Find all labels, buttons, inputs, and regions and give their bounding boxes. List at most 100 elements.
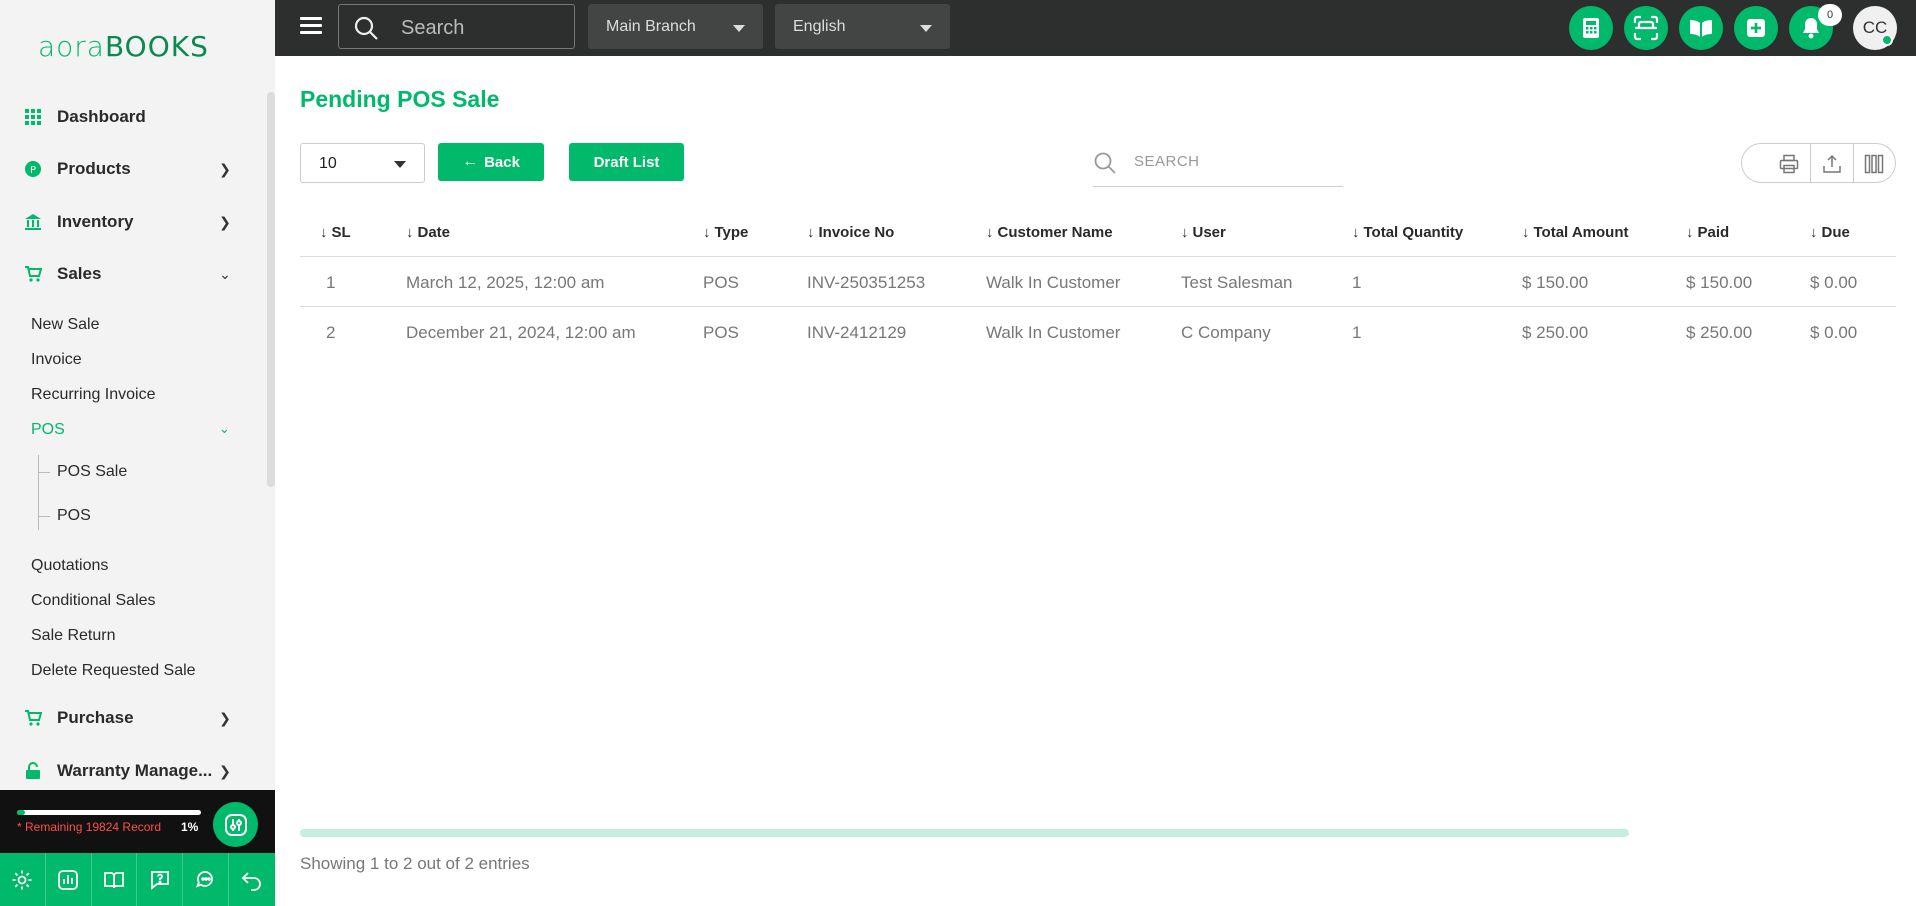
column-header-label: SL <box>331 224 351 241</box>
sidebar-sub-sale-return[interactable]: Sale Return <box>31 627 116 645</box>
column-header-label: Customer Name <box>997 224 1113 241</box>
table-search-input[interactable]: SEARCH <box>1093 145 1343 187</box>
column-header-date[interactable]: ↓ Date <box>406 224 450 241</box>
settings-button[interactable] <box>0 853 46 906</box>
tree-branch <box>38 472 50 473</box>
print-button[interactable] <box>1768 144 1810 182</box>
cell-invoice-no: INV-250351253 <box>807 273 926 292</box>
table-horizontal-scrollbar[interactable] <box>300 829 1629 837</box>
global-search-input[interactable]: Search <box>338 4 575 49</box>
column-header-label: Total Amount <box>1533 224 1629 241</box>
sidebar-sub-delete-requested-sale[interactable]: Delete Requested Sale <box>31 662 196 680</box>
entries-per-page-value: 10 <box>319 155 337 172</box>
knowledge-base-button[interactable] <box>1679 6 1723 50</box>
help-button[interactable] <box>137 853 184 906</box>
column-header-label: Date <box>417 224 451 241</box>
cell-total-amount: $ 150.00 <box>1522 273 1589 292</box>
printer-icon <box>1779 154 1799 174</box>
svg-text:P: P <box>30 165 36 176</box>
column-header-label: Total Quantity <box>1363 224 1464 241</box>
sidebar-sub-pos[interactable]: POS <box>31 421 65 439</box>
record-progress-track <box>17 810 201 815</box>
cell-total-quantity: 1 <box>1352 273 1362 292</box>
sidebar: aoraBOOKS Dashboard P Products ❯ Invento… <box>0 0 275 906</box>
cell-sl: 2 <box>326 323 336 342</box>
export-button[interactable] <box>1810 144 1852 182</box>
quick-settings-button[interactable] <box>213 802 258 847</box>
guide-button[interactable] <box>92 853 138 906</box>
cell-invoice-no: INV-2412129 <box>807 323 907 342</box>
bar-chart-icon <box>58 869 79 890</box>
sidebar-item-label: Warranty Manage... <box>57 761 213 780</box>
sidebar-item-products[interactable]: P Products ❯ <box>0 149 265 189</box>
sidebar-sub-pos-terminal[interactable]: POS <box>57 507 91 525</box>
table-tools <box>1741 143 1896 183</box>
column-header-label: Paid <box>1697 224 1730 241</box>
cell-date: December 21, 2024, 12:00 am <box>406 323 636 342</box>
table-divider <box>300 306 1896 307</box>
sidebar-item-sales[interactable]: Sales ⌄ <box>0 254 265 294</box>
chevron-down-icon: ⌄ <box>219 265 231 282</box>
sidebar-bottom-bar <box>0 853 275 906</box>
column-header-invoice-no[interactable]: ↓ Invoice No <box>807 224 894 241</box>
sort-arrow-icon: ↓ <box>406 224 414 241</box>
back-button[interactable]: ← Back <box>438 143 544 181</box>
notification-count-badge: 0 <box>1818 4 1842 26</box>
logout-button[interactable] <box>229 853 275 906</box>
upload-icon <box>1823 154 1841 173</box>
quick-add-button[interactable] <box>1734 6 1778 50</box>
app-logo[interactable]: aoraBOOKS <box>38 28 220 64</box>
scan-button[interactable] <box>1624 6 1668 50</box>
sidebar-sub-invoice[interactable]: Invoice <box>31 351 82 369</box>
chevron-right-icon: ❯ <box>219 213 231 230</box>
sidebar-item-purchase[interactable]: Purchase ❯ <box>0 698 265 738</box>
column-header-type[interactable]: ↓ Type <box>703 224 748 241</box>
cart-plus-icon <box>24 709 42 727</box>
cell-customer-name: Walk In Customer <box>986 273 1121 292</box>
sidebar-sub-quotations[interactable]: Quotations <box>31 557 108 575</box>
logo-part-2: BOOKS <box>104 29 209 63</box>
entries-per-page-select[interactable]: 10 <box>300 143 425 183</box>
sidebar-item-inventory[interactable]: Inventory ❯ <box>0 202 265 242</box>
sidebar-sub-conditional-sales[interactable]: Conditional Sales <box>31 592 156 610</box>
grid-icon <box>24 108 42 126</box>
sidebar-item-warranty[interactable]: Warranty Manage... ❯ <box>0 751 265 791</box>
column-header-user[interactable]: ↓ User <box>1181 224 1226 241</box>
cell-sl: 1 <box>326 273 336 292</box>
table-search-placeholder: SEARCH <box>1134 153 1200 170</box>
draft-list-button[interactable]: Draft List <box>569 143 684 181</box>
column-header-sl[interactable]: ↓ SL <box>320 224 351 241</box>
column-header-label: Type <box>714 224 749 241</box>
sidebar-sub-new-sale[interactable]: New Sale <box>31 316 99 334</box>
sort-arrow-icon: ↓ <box>1352 224 1360 241</box>
sort-arrow-icon: ↓ <box>1810 224 1818 241</box>
back-button-label: Back <box>484 153 520 171</box>
cell-type: POS <box>703 273 739 292</box>
calculator-button[interactable] <box>1569 6 1613 50</box>
column-header-due[interactable]: ↓ Due <box>1810 224 1850 241</box>
sliders-icon <box>224 813 247 836</box>
sidebar-item-label: Purchase <box>57 708 134 727</box>
sidebar-scrollbar[interactable] <box>267 92 275 487</box>
cart-icon <box>24 265 42 283</box>
branch-select[interactable]: Main Branch <box>588 4 763 49</box>
book-icon <box>104 871 124 888</box>
column-header-total-amount[interactable]: ↓ Total Amount <box>1522 224 1628 241</box>
sidebar-item-dashboard[interactable]: Dashboard <box>0 97 265 137</box>
sidebar-sub-pos-sale[interactable]: POS Sale <box>57 463 127 481</box>
sidebar-sub-recurring-invoice[interactable]: Recurring Invoice <box>31 386 156 404</box>
columns-button[interactable] <box>1852 144 1895 182</box>
language-select[interactable]: English <box>775 4 950 49</box>
column-header-total-quantity[interactable]: ↓ Total Quantity <box>1352 224 1463 241</box>
pagination-summary: Showing 1 to 2 out of 2 entries <box>300 854 530 873</box>
cell-customer-name: Walk In Customer <box>986 323 1121 342</box>
caret-down-icon <box>920 25 932 32</box>
draft-list-button-label: Draft List <box>593 153 660 171</box>
language-select-value: English <box>793 18 846 35</box>
menu-toggle-button[interactable] <box>300 17 322 37</box>
column-header-customer-name[interactable]: ↓ Customer Name <box>986 224 1113 241</box>
reports-button[interactable] <box>46 853 92 906</box>
chat-button[interactable] <box>183 853 230 906</box>
sort-arrow-icon: ↓ <box>320 224 328 241</box>
column-header-paid[interactable]: ↓ Paid <box>1686 224 1729 241</box>
